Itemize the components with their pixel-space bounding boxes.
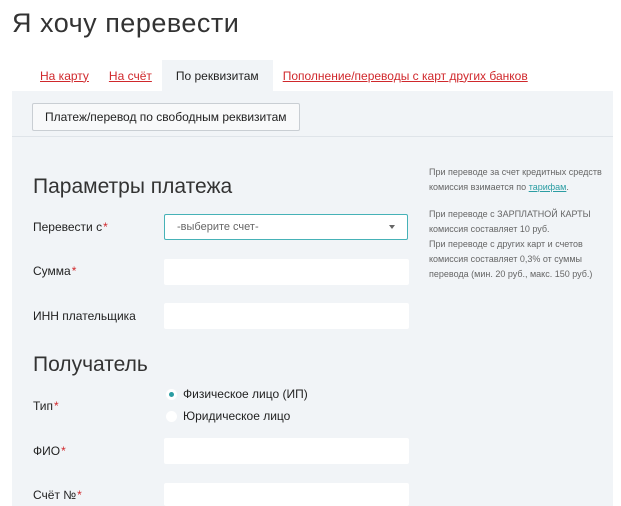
- commission-info: При переводе за счет кредитных средств к…: [429, 165, 609, 294]
- from-account-label: Перевести с*: [33, 220, 108, 234]
- inn-input[interactable]: [164, 303, 409, 329]
- recipient-title: Получатель: [33, 353, 148, 376]
- tab-other-banks-label: Пополнение/переводы с карт других банков: [282, 68, 528, 83]
- transfer-tabs: На карту На счёт По реквизитам Пополнени…: [30, 60, 538, 91]
- full-name-input[interactable]: [164, 438, 409, 464]
- tab-to-account-label: На счёт: [108, 68, 152, 83]
- page-title: Я хочу перевести: [12, 8, 240, 38]
- account-number-input[interactable]: [164, 483, 409, 506]
- from-account-select-value: -выберите счет-: [177, 221, 259, 233]
- radio-legal-entity-control[interactable]: [166, 410, 177, 422]
- tab-to-card[interactable]: На карту: [30, 60, 99, 91]
- chevron-down-icon: [389, 225, 395, 229]
- tab-by-details-label: По реквизитам: [175, 68, 259, 83]
- required-mark: *: [103, 220, 108, 234]
- required-mark: *: [54, 399, 59, 413]
- radio-individual-label: Физическое лицо (ИП): [183, 387, 308, 401]
- required-mark: *: [77, 488, 82, 502]
- tariffs-link-suffix: .: [566, 182, 569, 192]
- from-account-label-text: Перевести с: [33, 220, 103, 234]
- credit-commission-text: При переводе за счет кредитных средств к…: [429, 167, 602, 192]
- tab-by-details[interactable]: По реквизитам: [161, 60, 273, 91]
- amount-label: Сумма*: [33, 264, 76, 278]
- radio-individual[interactable]: Физическое лицо (ИП): [166, 387, 308, 401]
- account-number-label: Счёт №*: [33, 488, 82, 502]
- account-number-label-text: Счёт №: [33, 488, 77, 502]
- tab-to-card-label: На карту: [40, 68, 89, 83]
- radio-legal-entity-label: Юридическое лицо: [183, 409, 291, 423]
- required-mark: *: [61, 444, 66, 458]
- amount-input[interactable]: [164, 259, 409, 285]
- salary-card-note: При переводе с ЗАРПЛАТНОЙ КАРТЫ комиссия…: [429, 209, 591, 234]
- free-details-button[interactable]: Платеж/перевод по свободным реквизитам: [32, 103, 300, 131]
- transfer-form-panel: Платеж/перевод по свободным реквизитам П…: [12, 91, 613, 506]
- tab-to-account[interactable]: На счёт: [99, 60, 162, 91]
- required-mark: *: [71, 264, 77, 278]
- credit-commission-note: При переводе за счет кредитных средств к…: [429, 165, 609, 195]
- subbar: Платеж/перевод по свободным реквизитам: [12, 91, 613, 137]
- inn-label: ИНН плательщика: [33, 309, 136, 323]
- type-label: Тип*: [33, 399, 59, 413]
- tab-other-banks[interactable]: Пополнение/переводы с карт других банков: [273, 60, 538, 91]
- type-label-text: Тип: [33, 399, 54, 413]
- radio-individual-control[interactable]: [166, 388, 177, 400]
- amount-label-text: Сумма: [33, 264, 71, 278]
- payment-params-title: Параметры платежа: [33, 175, 233, 198]
- tariffs-link[interactable]: тарифам: [529, 182, 567, 192]
- radio-legal-entity[interactable]: Юридическое лицо: [166, 409, 290, 423]
- full-name-label-text: ФИО: [33, 444, 61, 458]
- other-cards-note: При переводе с других карт и счетов коми…: [429, 239, 593, 279]
- from-account-select[interactable]: -выберите счет-: [164, 214, 408, 240]
- full-name-label: ФИО*: [33, 444, 66, 458]
